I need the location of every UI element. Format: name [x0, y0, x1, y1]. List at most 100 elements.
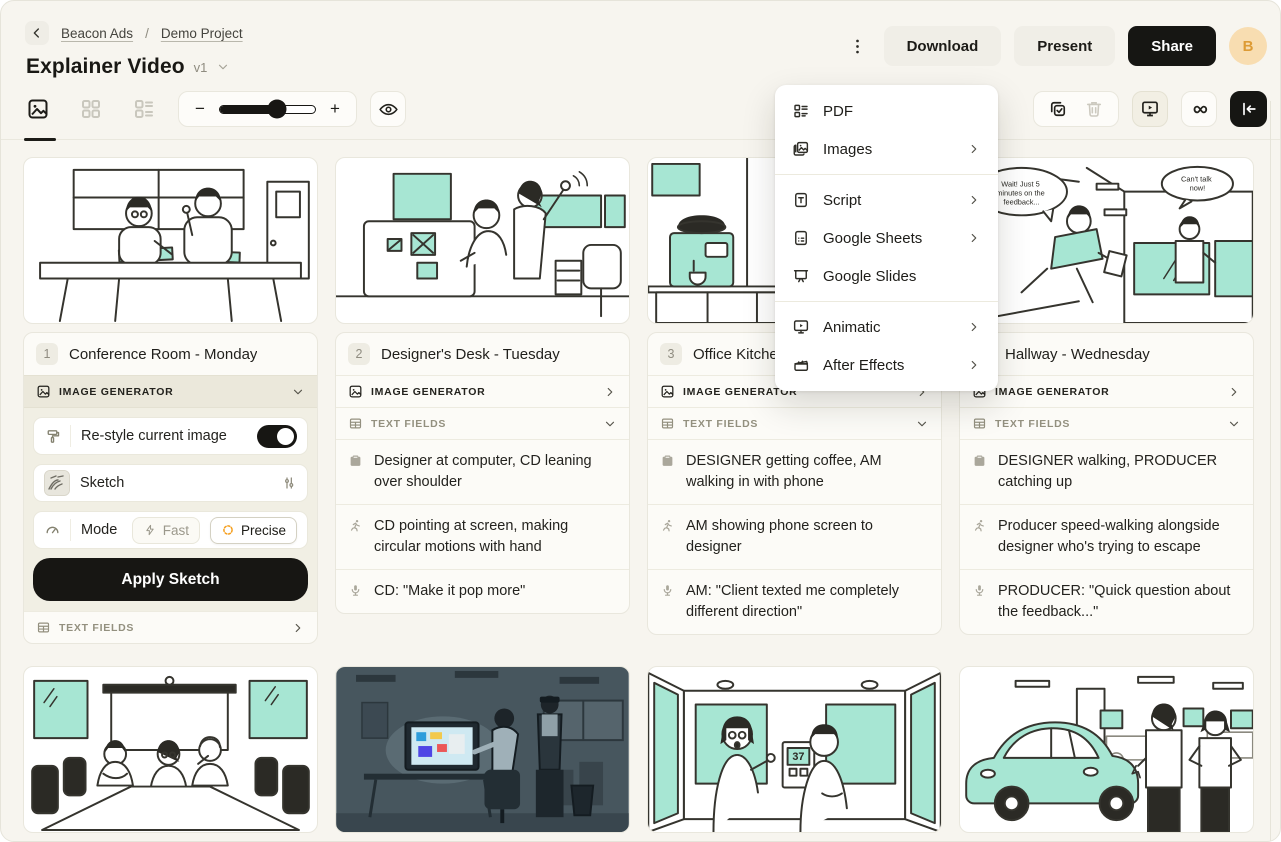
infinity-icon: [1189, 99, 1210, 120]
submenu-chevron-icon: [967, 358, 981, 372]
text-fields-section-toggle[interactable]: TEXT FIELDS: [24, 611, 317, 643]
infinity-button[interactable]: [1181, 91, 1217, 127]
restyle-toggle[interactable]: [257, 425, 297, 448]
style-settings-icon[interactable]: [281, 475, 297, 491]
dialogue-field[interactable]: AM: "Client texted me completely differe…: [648, 569, 941, 634]
menu-item-script[interactable]: Script: [775, 181, 998, 219]
action-icon: [972, 518, 987, 533]
field-text[interactable]: CD pointing at screen, making circular m…: [374, 516, 617, 558]
frame-5-illustration[interactable]: [23, 666, 318, 833]
avatar[interactable]: B: [1229, 27, 1267, 65]
view-grid-button[interactable]: [78, 96, 104, 122]
frame-4-column: Wait! Just 5 minutes on the feedback... …: [959, 157, 1254, 635]
selection-group: [1033, 91, 1119, 127]
chevron-right-icon: [603, 385, 617, 399]
frame-4-illustration[interactable]: Wait! Just 5 minutes on the feedback... …: [959, 157, 1254, 324]
toggle-knob: [277, 428, 294, 445]
frame-4-header[interactable]: Hallway - Wednesday: [960, 333, 1253, 375]
frame-title[interactable]: Conference Room - Monday: [69, 346, 257, 363]
image-generator-section-toggle[interactable]: IMAGE GENERATOR: [960, 375, 1253, 407]
text-fields-section-toggle[interactable]: TEXT FIELDS: [336, 407, 629, 439]
frame-7-illustration[interactable]: 37: [647, 666, 942, 833]
frame-title[interactable]: Designer's Desk - Tuesday: [381, 346, 560, 363]
frame-6-illustration[interactable]: [335, 666, 630, 833]
share-button[interactable]: Share: [1128, 26, 1216, 66]
description-field[interactable]: DESIGNER walking, PRODUCER catching up: [960, 439, 1253, 504]
download-button[interactable]: Download: [884, 26, 1002, 66]
image-generator-section-toggle[interactable]: IMAGE GENERATOR: [336, 375, 629, 407]
dialogue-field[interactable]: CD: "Make it pop more": [336, 569, 629, 613]
action-field[interactable]: CD pointing at screen, making circular m…: [336, 504, 629, 569]
view-single-button[interactable]: [25, 96, 51, 122]
preview-visibility-button[interactable]: [370, 91, 406, 127]
menu-item-after-effects[interactable]: After Effects: [775, 346, 998, 384]
action-field[interactable]: Producer speed-walking alongside designe…: [960, 504, 1253, 569]
after-effects-icon: [792, 356, 810, 374]
frame-1-illustration[interactable]: [23, 157, 318, 324]
fast-mode-button[interactable]: Fast: [132, 517, 200, 544]
field-text[interactable]: Designer at computer, CD leaning over sh…: [374, 451, 617, 493]
dialogue-icon: [972, 583, 987, 598]
frame-4-card: Hallway - Wednesday IMAGE GENERATOR TEXT…: [959, 332, 1254, 635]
delete-button[interactable]: [1076, 92, 1112, 126]
app-window: Beacon Ads / Demo Project Explainer Vide…: [0, 0, 1281, 842]
field-text[interactable]: DESIGNER getting coffee, AM walking in w…: [686, 451, 929, 493]
field-text[interactable]: DESIGNER walking, PRODUCER catching up: [998, 451, 1241, 493]
google-slides-icon: [792, 267, 810, 285]
text-fields-label: TEXT FIELDS: [59, 622, 134, 634]
field-text[interactable]: CD: "Make it pop more": [374, 581, 525, 602]
version-chevron-down-icon[interactable]: [216, 60, 230, 74]
precise-mode-button[interactable]: Precise: [210, 517, 297, 544]
version-label[interactable]: v1: [194, 60, 208, 75]
action-field[interactable]: AM showing phone screen to designer: [648, 504, 941, 569]
frame-title[interactable]: Office Kitche: [693, 346, 778, 363]
zoom-slider-knob[interactable]: [268, 100, 287, 119]
apply-sketch-button[interactable]: Apply Sketch: [33, 558, 308, 601]
menu-item-label: Google Sheets: [823, 230, 922, 247]
kebab-menu-button[interactable]: [845, 27, 871, 65]
frame-title[interactable]: Hallway - Wednesday: [1005, 346, 1150, 363]
back-button[interactable]: [25, 21, 49, 45]
breadcrumb-project-link[interactable]: Beacon Ads: [61, 26, 133, 41]
zoom-out-button[interactable]: −: [193, 99, 207, 119]
frame-1-card: 1 Conference Room - Monday IMAGE GENERAT…: [23, 332, 318, 644]
storyboard-grid: 1 Conference Room - Monday IMAGE GENERAT…: [1, 140, 1280, 842]
collapse-panel-button[interactable]: [1230, 91, 1267, 127]
frame-2-illustration[interactable]: [335, 157, 630, 324]
present-button[interactable]: Present: [1014, 26, 1115, 66]
menu-item-pdf[interactable]: PDF: [775, 92, 998, 130]
field-text[interactable]: PRODUCER: "Quick question about the feed…: [998, 581, 1241, 623]
frame-2-header[interactable]: 2 Designer's Desk - Tuesday: [336, 333, 629, 375]
text-fields-section-toggle[interactable]: TEXT FIELDS: [960, 407, 1253, 439]
text-fields-section-toggle[interactable]: TEXT FIELDS: [648, 407, 941, 439]
frame-1-header[interactable]: 1 Conference Room - Monday: [24, 333, 317, 375]
top-bar: Beacon Ads / Demo Project Explainer Vide…: [1, 1, 1280, 79]
kebab-menu-icon: [848, 37, 867, 56]
description-field[interactable]: Designer at computer, CD leaning over sh…: [336, 439, 629, 504]
view-list-button[interactable]: [131, 96, 157, 122]
script-icon: [792, 191, 810, 209]
zoom-in-button[interactable]: +: [328, 99, 342, 119]
multi-select-icon: [1048, 99, 1068, 119]
conference-room-scene: [24, 158, 317, 323]
field-text[interactable]: Producer speed-walking alongside designe…: [998, 516, 1241, 558]
menu-item-animatic[interactable]: Animatic: [775, 308, 998, 346]
multi-select-button[interactable]: [1040, 92, 1076, 126]
field-text[interactable]: AM: "Client texted me completely differe…: [686, 581, 929, 623]
description-field[interactable]: DESIGNER getting coffee, AM walking in w…: [648, 439, 941, 504]
menu-item-google-slides[interactable]: Google Slides: [775, 257, 998, 295]
zoom-slider[interactable]: [219, 105, 316, 114]
present-frames-button[interactable]: [1132, 91, 1168, 127]
style-select-row[interactable]: Sketch: [33, 464, 308, 502]
image-generator-label: IMAGE GENERATOR: [371, 386, 485, 398]
field-text[interactable]: AM showing phone screen to designer: [686, 516, 929, 558]
image-generator-section-toggle[interactable]: IMAGE GENERATOR: [24, 375, 317, 407]
breadcrumb-page-link[interactable]: Demo Project: [161, 26, 243, 41]
menu-item-images[interactable]: Images: [775, 130, 998, 168]
menu-item-google-sheets[interactable]: Google Sheets: [775, 219, 998, 257]
dialogue-field[interactable]: PRODUCER: "Quick question about the feed…: [960, 569, 1253, 634]
frame-8-illustration[interactable]: [959, 666, 1254, 833]
title-row: Explainer Video v1: [26, 55, 243, 79]
header-actions: Download Present Share B: [845, 21, 1267, 66]
submenu-chevron-icon: [967, 320, 981, 334]
